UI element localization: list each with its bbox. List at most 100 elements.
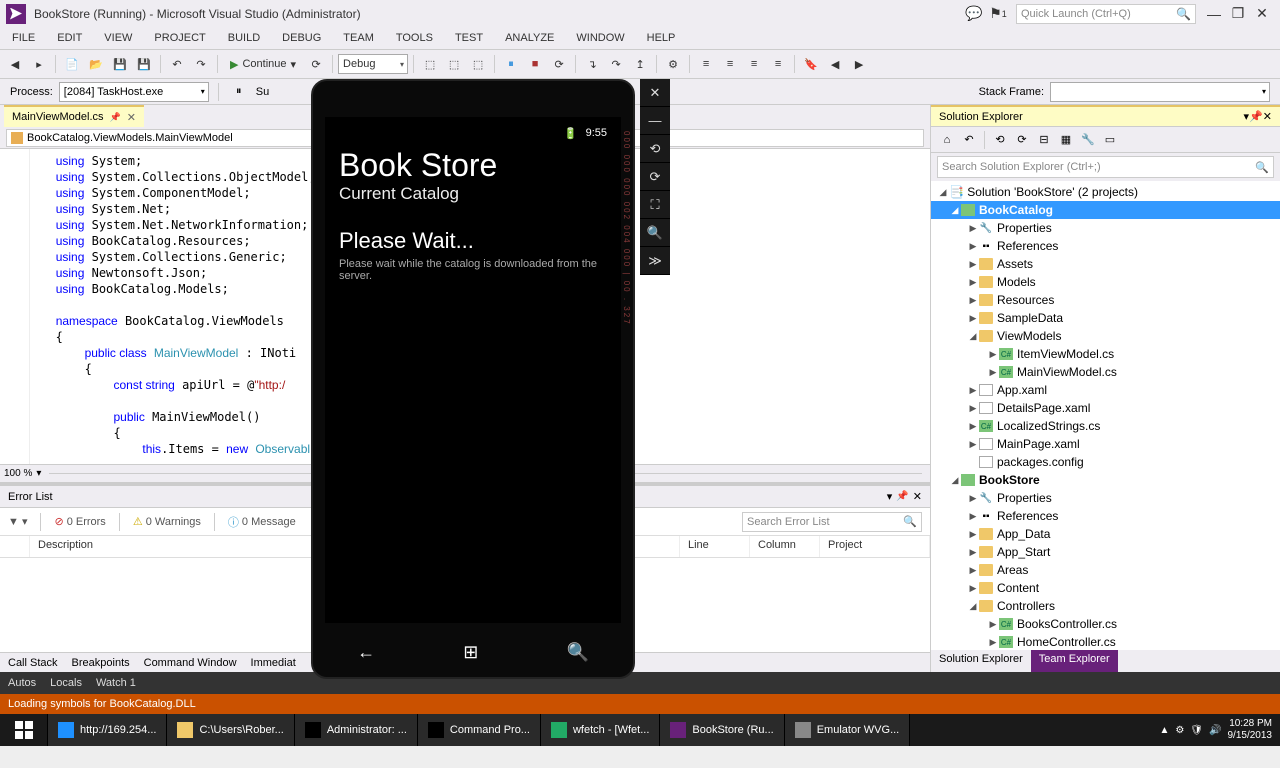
phone-screen[interactable]: 🔋 9:55 Book Store Current Catalog Please… <box>325 117 621 623</box>
tree-item[interactable]: ▶App.xaml <box>931 381 1280 399</box>
process-dropdown[interactable]: [2084] TaskHost.exe <box>59 82 209 102</box>
error-search-input[interactable]: Search Error List 🔍 <box>742 512 922 532</box>
menu-analyze[interactable]: ANALYZE <box>501 30 558 46</box>
tree-item[interactable]: ▶MainViewModel.cs <box>931 363 1280 381</box>
emulator-minimize-button[interactable]: — <box>640 107 670 135</box>
tree-item[interactable]: ▶Resources <box>931 291 1280 309</box>
tree-item[interactable]: packages.config <box>931 453 1280 471</box>
comment[interactable]: ≡ <box>743 53 765 75</box>
preview-button[interactable]: ▭ <box>1100 130 1120 150</box>
stop-button[interactable]: ■ <box>524 53 546 75</box>
editor-tab-mainviewmodel[interactable]: MainViewModel.cs 📌 ✕ <box>4 105 144 127</box>
config-dropdown[interactable]: Debug <box>338 54 408 74</box>
menu-tools[interactable]: TOOLS <box>392 30 437 46</box>
indent-in[interactable]: ≡ <box>719 53 741 75</box>
tray-icon[interactable]: ▲ <box>1159 725 1169 736</box>
phone-back-button[interactable]: ← <box>357 642 375 663</box>
error-col[interactable]: Column <box>750 536 820 557</box>
emulator-fit-button[interactable]: ⛶ <box>640 191 670 219</box>
project-node[interactable]: ◢BookCatalog <box>931 201 1280 219</box>
tool-2[interactable]: ⬚ <box>443 53 465 75</box>
taskbar-item[interactable]: BookStore (Ru... <box>660 714 784 746</box>
pin-icon[interactable]: 📌 <box>896 491 908 502</box>
tree-item[interactable]: ▶LocalizedStrings.cs <box>931 417 1280 435</box>
close-panel-icon[interactable]: ✕ <box>913 490 922 503</box>
emulator-rotate-left-button[interactable]: ⟲ <box>640 135 670 163</box>
step-out-button[interactable]: ↥ <box>629 53 651 75</box>
nav-back-button[interactable]: ◀ <box>4 53 26 75</box>
tree-item[interactable]: ◢Controllers <box>931 597 1280 615</box>
phone-emulator-window[interactable]: 🔋 9:55 Book Store Current Catalog Please… <box>311 79 635 679</box>
tree-item[interactable]: ▶Assets <box>931 255 1280 273</box>
menu-window[interactable]: WINDOW <box>572 30 628 46</box>
start-button[interactable] <box>0 714 48 746</box>
error-col[interactable] <box>0 536 30 557</box>
uncomment[interactable]: ≡ <box>767 53 789 75</box>
tool-3[interactable]: ⬚ <box>467 53 489 75</box>
tree-item[interactable]: ▶Content <box>931 579 1280 597</box>
show-all-button[interactable]: ▦ <box>1056 130 1076 150</box>
redo-button[interactable]: ↷ <box>190 53 212 75</box>
bookmark-prev[interactable]: ◀ <box>824 53 846 75</box>
tree-item[interactable]: ▶App_Start <box>931 543 1280 561</box>
close-tab-icon[interactable]: ✕ <box>127 111 136 124</box>
panel-tab[interactable]: Call Stack <box>8 657 58 669</box>
system-tray[interactable]: ▲ ⚙ 🛡 🔊 10:28 PM 9/15/2013 <box>1151 714 1280 746</box>
minimize-button[interactable]: — <box>1204 4 1224 24</box>
home-button[interactable]: ⌂ <box>937 130 957 150</box>
tree-item[interactable]: ▶MainPage.xaml <box>931 435 1280 453</box>
taskbar-item[interactable]: Emulator WVG... <box>785 714 911 746</box>
tree-item[interactable]: ▶Models <box>931 273 1280 291</box>
taskbar-item[interactable]: Command Pro... <box>418 714 541 746</box>
tree-item[interactable]: ▶SampleData <box>931 309 1280 327</box>
nav-forward-button[interactable]: ▸ <box>28 53 50 75</box>
tool-4[interactable]: ⚙ <box>662 53 684 75</box>
taskbar-item[interactable]: Administrator: ... <box>295 714 418 746</box>
indent-out[interactable]: ≡ <box>695 53 717 75</box>
collapse-button[interactable]: ⊟ <box>1034 130 1054 150</box>
menu-help[interactable]: HELP <box>643 30 680 46</box>
sync-button[interactable]: ⟲ <box>990 130 1010 150</box>
restart-debug-button[interactable]: ⟳ <box>548 53 570 75</box>
watch-tab[interactable]: Locals <box>50 677 82 689</box>
emulator-tools-button[interactable]: ≫ <box>640 247 670 275</box>
tray-icon[interactable]: ⚙ <box>1175 725 1184 736</box>
panel-tab[interactable]: Immediat <box>251 657 296 669</box>
tree-item[interactable]: ▶🔧Properties <box>931 219 1280 237</box>
tray-icon[interactable]: 🔊 <box>1209 725 1221 736</box>
menu-build[interactable]: BUILD <box>224 30 264 46</box>
messages-filter[interactable]: ⓘ0 Message <box>228 514 296 530</box>
dropdown-icon[interactable]: ▾ <box>887 490 893 503</box>
menu-test[interactable]: TEST <box>451 30 487 46</box>
tree-item[interactable]: ▶ItemViewModel.cs <box>931 345 1280 363</box>
taskbar-item[interactable]: http://169.254... <box>48 714 167 746</box>
phone-search-button[interactable]: 🔍 <box>566 642 588 663</box>
taskbar-clock[interactable]: 10:28 PM 9/15/2013 <box>1228 718 1273 742</box>
tree-item[interactable]: ▶Areas <box>931 561 1280 579</box>
panel-tab[interactable]: Breakpoints <box>72 657 130 669</box>
close-panel-icon[interactable]: ✕ <box>1263 110 1272 123</box>
tree-item[interactable]: ▶▪▪References <box>931 237 1280 255</box>
pin-icon[interactable]: 📌 <box>110 112 121 123</box>
close-button[interactable]: ✕ <box>1252 4 1272 24</box>
watch-tab[interactable]: Autos <box>8 677 36 689</box>
phone-start-button[interactable]: ⊞ <box>463 642 478 663</box>
emulator-rotate-right-button[interactable]: ⟳ <box>640 163 670 191</box>
error-col[interactable]: Project <box>820 536 930 557</box>
menu-project[interactable]: PROJECT <box>150 30 209 46</box>
tree-item[interactable]: ▶App_Data <box>931 525 1280 543</box>
solution-tab[interactable]: Solution Explorer <box>931 650 1031 672</box>
panel-tab[interactable]: Command Window <box>144 657 237 669</box>
solution-tree[interactable]: ◢📑 Solution 'BookStore' (2 projects)◢Boo… <box>931 181 1280 650</box>
undo-button[interactable]: ↶ <box>166 53 188 75</box>
menu-view[interactable]: VIEW <box>100 30 136 46</box>
tree-item[interactable]: ▶▪▪References <box>931 507 1280 525</box>
errors-filter[interactable]: ⊘0 Errors <box>54 515 105 528</box>
back-button[interactable]: ↶ <box>959 130 979 150</box>
pin-icon[interactable]: 📌 <box>1249 110 1263 123</box>
watch-tab[interactable]: Watch 1 <box>96 677 136 689</box>
restore-button[interactable]: ❐ <box>1228 4 1248 24</box>
emulator-zoom-button[interactable]: 🔍 <box>640 219 670 247</box>
tree-item[interactable]: ▶🔧Properties <box>931 489 1280 507</box>
step-over-button[interactable]: ↷ <box>605 53 627 75</box>
